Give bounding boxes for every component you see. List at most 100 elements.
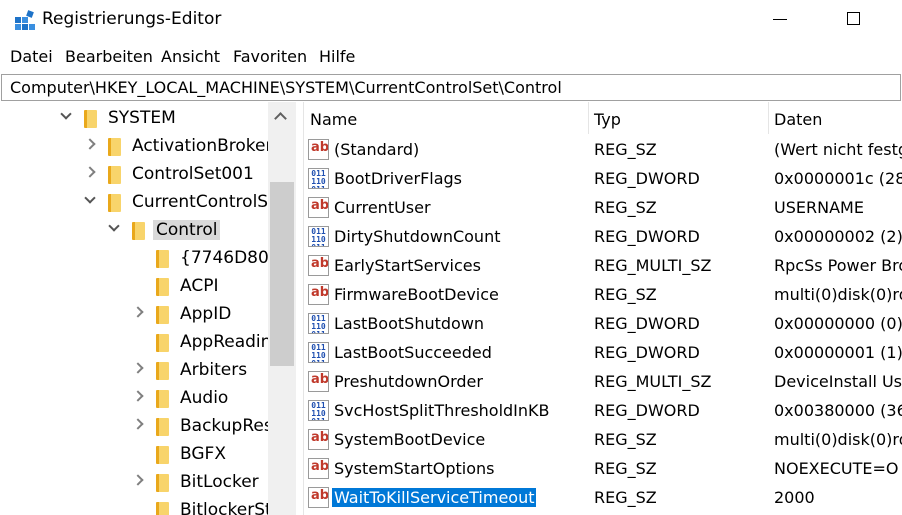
string-value-icon: ab <box>308 255 329 276</box>
value-row[interactable]: 011110011 DirtyShutdownCount REG_DWORD 0x00… <box>304 223 902 252</box>
tree-node-label: Audio <box>180 388 229 408</box>
value-row[interactable]: ab SystemBootDevice REG_SZ multi(0)disk(0)r… <box>304 426 902 455</box>
key-tree: SYSTEM ActivationBroker ControlSet001 Curre… <box>0 102 296 515</box>
tree-node[interactable]: Control <box>0 216 268 244</box>
tree-node[interactable]: ACPI <box>0 272 268 300</box>
value-data: 0x00000000 (0) <box>774 314 902 333</box>
value-name: (Standard) <box>334 140 420 159</box>
chevron-right-icon[interactable] <box>132 474 144 486</box>
tree-node-label: BGFX <box>180 444 226 464</box>
chevron-right-icon[interactable] <box>132 418 144 430</box>
value-data: RpcSs Power Bro <box>774 256 902 275</box>
column-header-type[interactable]: Typ <box>588 102 768 134</box>
folder-icon <box>108 194 121 212</box>
value-type: REG_MULTI_SZ <box>594 256 712 275</box>
chevron-right-icon[interactable] <box>132 390 144 402</box>
value-data: 0x00380000 (36 <box>774 401 902 420</box>
value-type: REG_SZ <box>594 488 657 507</box>
chevron-down-icon[interactable] <box>108 220 120 232</box>
value-type: REG_DWORD <box>594 227 700 246</box>
tree-node-label: {7746D80F <box>180 248 279 268</box>
value-row[interactable]: ab WaitToKillServiceTimeout REG_SZ 2000 <box>304 484 902 513</box>
value-row[interactable]: 011110011 LastBootSucceeded REG_DWORD 0x000… <box>304 339 902 368</box>
folder-icon <box>108 138 121 156</box>
folder-icon <box>156 362 169 380</box>
chevron-right-icon[interactable] <box>132 362 144 374</box>
value-name: SvcHostSplitThresholdInKB <box>334 401 550 420</box>
tree-node[interactable]: ActivationBroker <box>0 132 272 160</box>
value-row[interactable]: 011110011 SvcHostSplitThresholdInKB REG_DW… <box>304 397 902 426</box>
window-title: Registrierungs-Editor <box>42 9 222 29</box>
value-row[interactable]: 011110011 BootDriverFlags REG_DWORD 0x00000… <box>304 165 902 194</box>
menu-hilfe[interactable]: Hilfe <box>319 47 355 66</box>
address-path: Computer\HKEY_LOCAL_MACHINE\SYSTEM\Curre… <box>10 78 562 97</box>
string-value-icon: ab <box>308 429 329 450</box>
value-row[interactable]: ab FirmwareBootDevice REG_SZ multi(0)disk(0… <box>304 281 902 310</box>
chevron-right-icon[interactable] <box>84 166 96 178</box>
folder-icon <box>156 390 169 408</box>
value-data: (Wert nicht festg <box>774 140 902 159</box>
minimize-button[interactable] <box>756 0 802 40</box>
tree-node[interactable]: SYSTEM <box>0 104 268 132</box>
tree-node-label: ActivationBroker <box>132 136 273 156</box>
menu-ansicht[interactable]: Ansicht <box>161 47 220 66</box>
value-name: CurrentUser <box>334 198 431 217</box>
value-data: 2000 <box>774 488 815 507</box>
value-type: REG_SZ <box>594 430 657 449</box>
chevron-down-icon[interactable] <box>84 192 96 204</box>
tree-node[interactable]: ControlSet001 <box>0 160 268 188</box>
chevron-right-icon[interactable] <box>132 306 144 318</box>
tree-node[interactable]: BitlockerSta <box>0 496 282 515</box>
folder-icon <box>156 278 169 296</box>
folder-icon <box>132 222 145 240</box>
column-header-data[interactable]: Daten <box>768 102 902 134</box>
tree-node[interactable]: Arbiters <box>0 356 268 384</box>
address-bar[interactable]: Computer\HKEY_LOCAL_MACHINE\SYSTEM\Curre… <box>1 74 901 101</box>
folder-icon <box>156 418 169 436</box>
tree-node-label: BackupRest <box>180 416 280 436</box>
tree-node[interactable]: BackupRest <box>0 412 279 440</box>
value-row[interactable]: ab PreshutdownOrder REG_MULTI_SZ DeviceInst… <box>304 368 902 397</box>
string-value-icon: ab <box>308 371 329 392</box>
tree-node[interactable]: BGFX <box>0 440 268 468</box>
tree-node-label: AppReadin <box>180 332 272 352</box>
folder-icon <box>108 166 121 184</box>
value-name: BootDriverFlags <box>334 169 463 188</box>
tree-node[interactable]: AppID <box>0 300 268 328</box>
menu-datei[interactable]: Datei <box>10 47 53 66</box>
chevron-right-icon[interactable] <box>84 138 96 150</box>
value-type: REG_SZ <box>594 140 657 159</box>
tree-node-label: CurrentControlSe <box>132 192 279 212</box>
value-row[interactable]: ab CurrentUser REG_SZ USERNAME <box>304 194 902 223</box>
value-name: SystemBootDevice <box>334 430 486 449</box>
tree-node[interactable]: Audio <box>0 384 268 412</box>
pane-splitter[interactable] <box>296 102 304 515</box>
chevron-down-icon[interactable] <box>60 108 72 120</box>
tree-scrollbar-thumb[interactable] <box>270 182 294 366</box>
column-header-name[interactable]: Name <box>304 102 588 134</box>
value-type: REG_DWORD <box>594 169 700 188</box>
tree-node[interactable]: CurrentControlSe <box>0 188 279 216</box>
value-name: EarlyStartServices <box>334 256 481 275</box>
tree-node[interactable]: BitLocker <box>0 468 268 496</box>
menu-bearbeiten[interactable]: Bearbeiten <box>65 47 153 66</box>
binary-value-icon: 011110011 <box>308 400 329 421</box>
tree-node[interactable]: {7746D80F <box>0 244 279 272</box>
value-data: multi(0)disk(0)rd <box>774 285 902 304</box>
tree-node-label: Control <box>153 220 221 240</box>
string-value-icon: ab <box>308 197 329 218</box>
tree-node-label: AppID <box>180 304 232 324</box>
maximize-button[interactable] <box>832 0 878 40</box>
column-name-label: Name <box>310 110 358 129</box>
value-row[interactable]: 011110011 LastBootShutdown REG_DWORD 0x0000… <box>304 310 902 339</box>
tree-node[interactable]: AppReadin <box>0 328 272 356</box>
folder-icon <box>84 110 97 128</box>
string-value-icon: ab <box>308 487 329 508</box>
value-row[interactable]: ab SystemStartOptions REG_SZ NOEXECUTE=O <box>304 455 902 484</box>
value-type: REG_SZ <box>594 285 657 304</box>
value-row[interactable]: ab EarlyStartServices REG_MULTI_SZ RpcSs Po… <box>304 252 902 281</box>
binary-value-icon: 011110011 <box>308 226 329 247</box>
value-name: PreshutdownOrder <box>334 372 483 391</box>
value-row[interactable]: ab (Standard) REG_SZ (Wert nicht festg <box>304 136 902 165</box>
menu-favoriten[interactable]: Favoriten <box>233 47 307 66</box>
